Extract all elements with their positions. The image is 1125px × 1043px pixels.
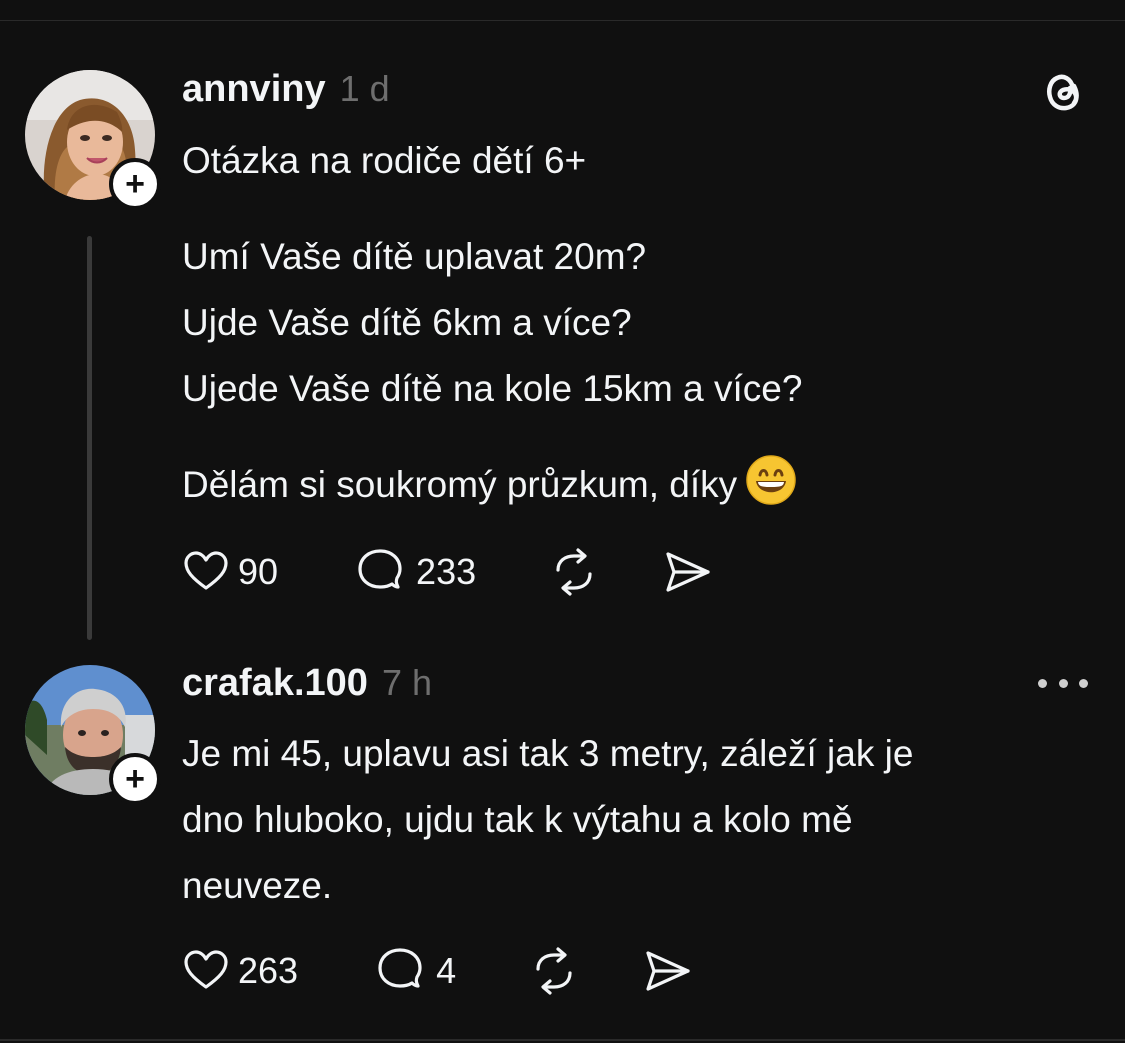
username[interactable]: annviny — [182, 68, 326, 111]
post-line: dno hluboko, ujdu tak k výtahu a kolo mě — [182, 799, 853, 840]
reply-button[interactable]: 233 — [352, 547, 476, 597]
post-avatar-crafak[interactable]: + — [25, 665, 161, 805]
share-button[interactable] — [642, 945, 694, 997]
more-dots-icon — [1058, 678, 1068, 688]
post-actions: 90 233 — [182, 547, 714, 597]
follow-plus-button[interactable]: + — [109, 753, 161, 805]
send-icon — [666, 552, 710, 592]
comment-icon — [378, 948, 422, 988]
send-icon — [646, 951, 690, 991]
post-line: Otázka na rodiče dětí 6+ — [182, 140, 587, 181]
post-actions: 263 4 — [182, 946, 694, 996]
threads-logo-icon[interactable] — [1037, 66, 1087, 116]
post-line: Ujde Vaše dítě 6km a více? — [182, 302, 632, 343]
reply-button[interactable]: 4 — [372, 946, 456, 996]
more-dots-icon — [1079, 678, 1088, 688]
repost-icon — [536, 947, 572, 995]
bottom-divider — [0, 1039, 1125, 1041]
post-body: Otázka na rodiče dětí 6+ Umí Vaše dítě u… — [182, 128, 802, 518]
thread-connector-line — [87, 236, 92, 640]
share-button[interactable] — [662, 546, 714, 598]
repost-button[interactable] — [548, 546, 600, 598]
post-line: Dělám si soukromý průzkum, díky — [182, 464, 738, 505]
reply-count: 4 — [436, 950, 457, 991]
follow-plus-button[interactable]: + — [109, 158, 161, 210]
more-options-button[interactable] — [1038, 668, 1088, 698]
post-line: Umí Vaše dítě uplavat 20m? — [182, 236, 647, 277]
like-button[interactable]: 90 — [182, 548, 278, 596]
post-timestamp: 7 h — [381, 662, 432, 703]
heart-icon — [184, 950, 228, 989]
grinning-face-emoji — [746, 455, 796, 505]
post-line-with-emoji: Dělám si soukromý průzkum, díky — [182, 452, 802, 518]
repost-icon — [556, 548, 592, 596]
heart-icon — [184, 551, 228, 590]
post-timestamp: 1 d — [339, 68, 390, 109]
post-body: Je mi 45, uplavu asi tak 3 metry, záleží… — [182, 721, 913, 919]
like-count: 263 — [238, 950, 299, 991]
repost-button[interactable] — [528, 945, 580, 997]
post-line: Je mi 45, uplavu asi tak 3 metry, záleží… — [182, 733, 914, 774]
like-count: 90 — [238, 551, 279, 592]
reply-count: 233 — [416, 551, 477, 592]
top-divider — [0, 20, 1125, 21]
like-button[interactable]: 263 — [182, 947, 298, 995]
comment-icon — [358, 549, 402, 589]
post-avatar-annviny[interactable]: + — [25, 70, 161, 210]
post-line: neuveze. — [182, 865, 333, 906]
post-header: annviny 1 d — [182, 68, 390, 111]
post-line: Ujede Vaše dítě na kole 15km a více? — [182, 368, 803, 409]
post-header: crafak.100 7 h — [182, 662, 432, 705]
more-dots-icon — [1038, 678, 1047, 688]
username[interactable]: crafak.100 — [182, 662, 368, 705]
